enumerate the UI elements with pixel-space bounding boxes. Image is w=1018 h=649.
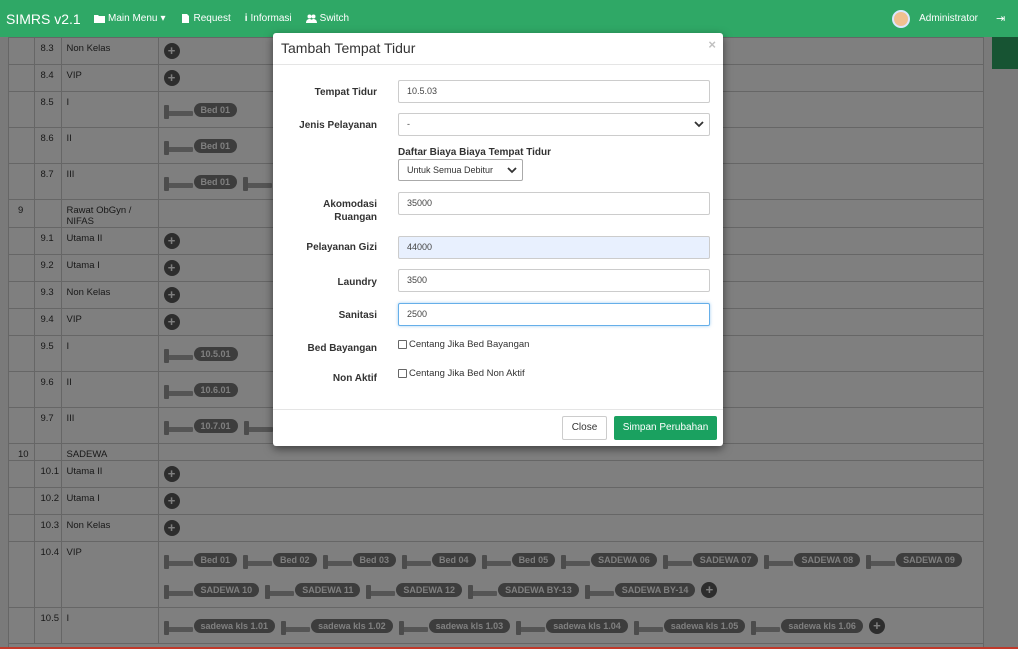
akomodasi-label: Akomodasi Ruangan xyxy=(323,199,377,223)
chevron-down-icon xyxy=(507,167,517,174)
daftar-biaya-label: Daftar Biaya Biaya Tempat Tidur xyxy=(398,147,552,158)
modal-title: Tambah Tempat Tidur xyxy=(281,40,416,56)
caret-down-icon: ▾ xyxy=(160,13,166,24)
add-bed-modal: Tambah Tempat Tidur × Tempat Tidur 10.5.… xyxy=(273,33,723,446)
file-icon xyxy=(181,14,189,23)
gizi-label: Pelayanan Gizi xyxy=(306,242,377,253)
sanitasi-label: Sanitasi xyxy=(338,310,377,321)
close-button[interactable]: Close xyxy=(562,416,607,440)
non-aktif-checkbox-label: Centang Jika Bed Non Aktif xyxy=(409,368,525,379)
nav-request[interactable]: Request xyxy=(180,13,231,24)
nav-request-label: Request xyxy=(193,13,231,24)
bed-bayangan-checkbox[interactable] xyxy=(398,340,407,349)
daftar-biaya-select[interactable]: Untuk Semua Debitur xyxy=(398,159,523,181)
jenis-pelayanan-value: - xyxy=(407,119,410,129)
daftar-biaya-value: Untuk Semua Debitur xyxy=(407,165,494,175)
navbar: SIMRS v2.1 Main Menu ▾ Request i Informa… xyxy=(0,0,1018,37)
logout-icon[interactable]: ⇥ xyxy=(996,12,1008,25)
bed-bayangan-checkbox-label: Centang Jika Bed Bayangan xyxy=(409,339,530,350)
modal-header: Tambah Tempat Tidur × xyxy=(273,33,723,65)
laundry-label: Laundry xyxy=(337,277,377,288)
modal-close-icon[interactable]: × xyxy=(708,37,716,52)
sanitasi-input[interactable]: 2500 xyxy=(398,303,710,326)
users-icon xyxy=(305,14,317,23)
user-avatar[interactable] xyxy=(892,9,911,28)
non-aktif-label: Non Aktif xyxy=(332,373,377,384)
tempat-tidur-label: Tempat Tidur xyxy=(314,87,377,98)
laundry-input[interactable]: 3500 xyxy=(398,269,710,292)
tempat-tidur-input[interactable]: 10.5.03 xyxy=(398,80,710,103)
info-icon: i xyxy=(244,13,248,24)
nav-main-menu-label: Main Menu xyxy=(108,13,158,24)
non-aktif-option[interactable]: Centang Jika Bed Non Aktif xyxy=(398,368,525,379)
chevron-down-icon xyxy=(694,121,704,128)
non-aktif-checkbox[interactable] xyxy=(398,369,407,378)
nav-informasi-label: Informasi xyxy=(250,13,292,24)
modal-footer: Close Simpan Perubahan xyxy=(273,409,723,446)
bed-bayangan-label: Bed Bayangan xyxy=(307,343,377,354)
nav-main-menu[interactable]: Main Menu ▾ xyxy=(94,13,166,24)
folder-icon xyxy=(94,15,105,23)
nav-informasi[interactable]: i Informasi xyxy=(245,13,292,24)
user-name[interactable]: Administrator xyxy=(919,13,978,24)
gizi-input[interactable]: 44000 xyxy=(398,236,710,259)
nav-switch[interactable]: Switch xyxy=(305,13,350,24)
save-button[interactable]: Simpan Perubahan xyxy=(614,416,717,440)
jenis-pelayanan-select[interactable]: - xyxy=(398,113,710,136)
brand-title[interactable]: SIMRS v2.1 xyxy=(0,11,94,27)
akomodasi-input[interactable]: 35000 xyxy=(398,192,710,215)
bed-bayangan-option[interactable]: Centang Jika Bed Bayangan xyxy=(398,339,529,350)
jenis-pelayanan-label: Jenis Pelayanan xyxy=(299,120,377,131)
nav-switch-label: Switch xyxy=(319,13,350,24)
